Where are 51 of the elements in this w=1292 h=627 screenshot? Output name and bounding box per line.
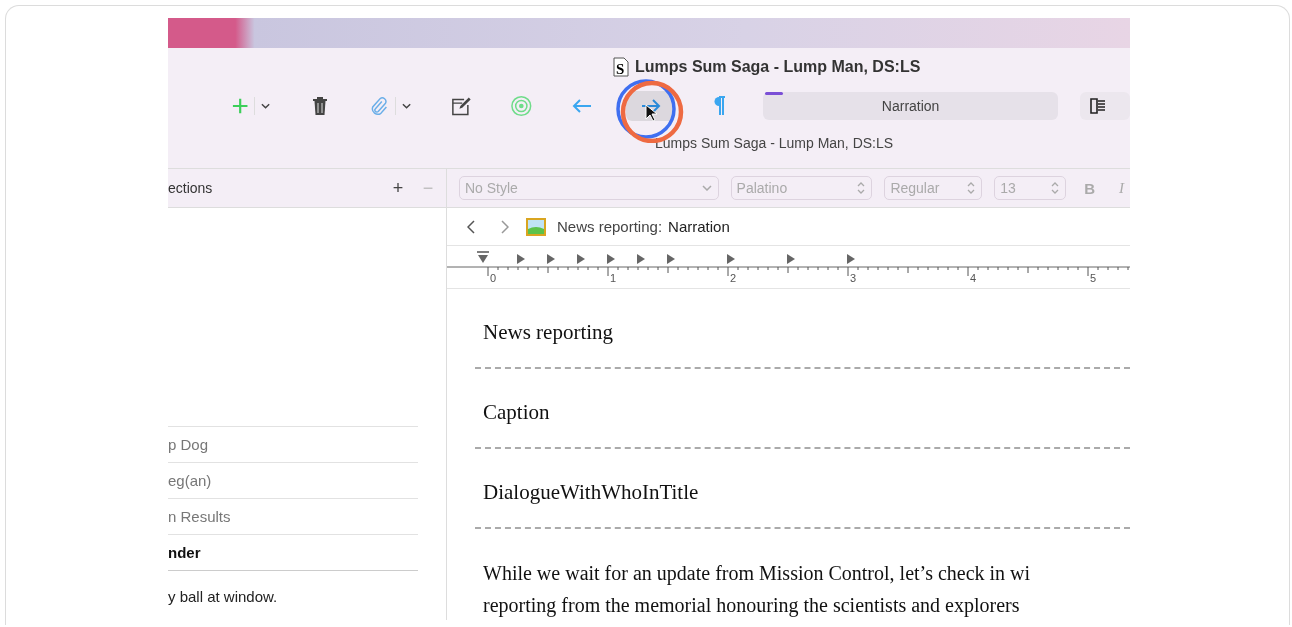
layout-icon bbox=[1090, 98, 1106, 114]
collection-item[interactable]: n Results bbox=[168, 498, 418, 534]
collection-item[interactable]: eg(an) bbox=[168, 462, 418, 498]
chevron-down-icon bbox=[261, 103, 271, 109]
chevron-down-icon bbox=[701, 185, 712, 191]
chevron-down-icon bbox=[401, 103, 411, 109]
collection-item[interactable]: nder bbox=[168, 534, 418, 570]
preview-text: y ball at window. bbox=[168, 588, 279, 605]
ruler-label: 0 bbox=[490, 272, 497, 285]
plus-icon bbox=[232, 97, 249, 115]
weight-select[interactable]: Regular bbox=[884, 176, 983, 200]
collections-header: ections bbox=[168, 180, 214, 196]
stepper-icon bbox=[1051, 182, 1060, 194]
section-heading: News reporting bbox=[483, 320, 615, 345]
section-heading: Caption bbox=[483, 400, 551, 425]
paragraph-line: While we wait for an update from Mission Control, let’s check in wi bbox=[483, 561, 1032, 587]
forward-chevron-icon[interactable] bbox=[501, 219, 509, 234]
window-title: Lumps Sum Saga - Lump Man, DS:LS bbox=[635, 58, 921, 76]
paragraph-line: reporting from the memorial honouring the scientists and explorers bbox=[483, 593, 1021, 619]
bold-button[interactable]: B bbox=[1078, 179, 1101, 197]
stepper-icon bbox=[967, 182, 976, 194]
stepper-icon bbox=[857, 182, 866, 194]
ruler-label: 3 bbox=[850, 272, 857, 285]
pilcrow-icon bbox=[712, 96, 727, 116]
remove-collection-button[interactable]: − bbox=[416, 177, 440, 199]
compose-icon bbox=[450, 96, 472, 116]
left-arrow-icon bbox=[571, 99, 592, 113]
font-select[interactable]: Palatino bbox=[730, 176, 873, 200]
back-chevron-icon[interactable] bbox=[467, 219, 475, 234]
italic-button[interactable]: I bbox=[1113, 179, 1130, 197]
picture-icon bbox=[525, 216, 547, 237]
view-mode-button[interactable] bbox=[1080, 92, 1130, 120]
ruler-label: 1 bbox=[610, 272, 617, 285]
paperclip-icon bbox=[370, 96, 389, 116]
trash-icon bbox=[312, 96, 329, 116]
ruler-label: 4 bbox=[970, 272, 977, 285]
breadcrumb-section: Narration bbox=[668, 218, 730, 236]
ruler-label: 5 bbox=[1090, 272, 1097, 285]
target-icon bbox=[511, 95, 532, 117]
section-type-field[interactable]: Narration bbox=[763, 92, 1058, 120]
collection-item[interactable]: p Dog bbox=[168, 426, 418, 462]
add-collection-button[interactable]: + bbox=[386, 177, 410, 199]
style-select[interactable]: No Style bbox=[459, 176, 719, 200]
section-heading: DialogueWithWhoInTitle bbox=[483, 480, 700, 505]
right-arrow-icon bbox=[640, 99, 661, 113]
cursor-icon bbox=[645, 104, 657, 122]
window-subtitle: Lumps Sum Saga - Lump Man, DS:LS bbox=[655, 135, 894, 151]
ruler-label: 2 bbox=[730, 272, 737, 285]
document-icon: S bbox=[613, 57, 629, 77]
size-select[interactable]: 13 bbox=[994, 176, 1067, 200]
breadcrumb-label: News reporting: bbox=[557, 218, 663, 236]
